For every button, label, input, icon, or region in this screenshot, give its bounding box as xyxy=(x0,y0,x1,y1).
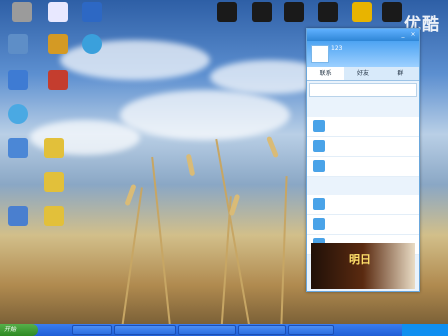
taskbar-item[interactable] xyxy=(114,325,176,335)
contact-item[interactable] xyxy=(307,195,419,215)
tab-3[interactable]: 群 xyxy=(382,67,419,80)
avatar xyxy=(313,120,325,132)
group-header[interactable] xyxy=(307,108,419,117)
computer-icon xyxy=(12,2,32,22)
app-icon xyxy=(252,2,272,22)
app-icon xyxy=(284,2,304,22)
network-icon xyxy=(8,70,28,90)
contact-item[interactable] xyxy=(307,215,419,235)
taskbar-item[interactable] xyxy=(238,325,286,335)
app-icon xyxy=(48,2,68,22)
tab-2[interactable]: 好友 xyxy=(344,67,381,80)
avatar xyxy=(313,218,325,230)
desktop-icon-left-11[interactable] xyxy=(0,206,40,226)
app-icon xyxy=(352,2,372,22)
system-tray xyxy=(402,324,448,336)
qq-search-input[interactable] xyxy=(309,83,417,97)
avatar[interactable] xyxy=(311,45,329,63)
contact-item[interactable] xyxy=(307,137,419,157)
contact-item[interactable] xyxy=(307,157,419,177)
avatar xyxy=(313,198,325,210)
avatar xyxy=(313,140,325,152)
contact-item[interactable] xyxy=(307,117,419,137)
folder-icon xyxy=(44,206,64,226)
browser-icon xyxy=(8,104,28,124)
app-icon xyxy=(48,34,68,54)
app-icon xyxy=(82,2,102,22)
group-header[interactable] xyxy=(307,186,419,195)
tab-1[interactable]: 联系 xyxy=(307,67,345,80)
desktop-icon-left-6[interactable] xyxy=(0,104,40,124)
avatar xyxy=(313,160,325,172)
taskbar-item[interactable] xyxy=(72,325,112,335)
ad-text: 明日 xyxy=(349,253,371,266)
start-button[interactable]: 开始 xyxy=(0,324,38,336)
app-icon xyxy=(217,2,237,22)
group-header[interactable] xyxy=(307,177,419,186)
taskbar-item[interactable] xyxy=(288,325,334,335)
desktop-icon-left-5[interactable] xyxy=(36,70,80,90)
app-icon xyxy=(82,34,102,54)
qq-window[interactable]: _ × 123 联系 好友 群 明日 xyxy=(306,28,420,292)
document-icon xyxy=(8,206,28,226)
desktop-icon-top-3[interactable] xyxy=(70,2,114,22)
qq-tabs: 联系 好友 群 xyxy=(307,67,419,81)
qq-profile: 123 xyxy=(307,41,419,67)
qq-ad-banner[interactable]: 明日 xyxy=(311,243,415,289)
folder-icon xyxy=(44,172,64,192)
qq-titlebar[interactable]: _ × xyxy=(307,29,419,41)
desktop-icon-left-9[interactable] xyxy=(32,172,76,192)
desktop-icon-left-3[interactable] xyxy=(70,34,114,54)
app-icon xyxy=(8,138,28,158)
folder-icon xyxy=(44,138,64,158)
taskbar: 开始 xyxy=(0,324,448,336)
app-icon xyxy=(382,2,402,22)
desktop-icon-left-4[interactable] xyxy=(0,70,40,90)
minimize-icon[interactable]: _ xyxy=(399,31,407,39)
close-icon[interactable]: × xyxy=(409,31,417,39)
computer-icon xyxy=(8,34,28,54)
taskbar-item[interactable] xyxy=(178,325,236,335)
group-header[interactable] xyxy=(307,99,419,108)
app-icon xyxy=(318,2,338,22)
desktop-icon-left-1[interactable] xyxy=(0,34,40,54)
desktop-icon-left-8[interactable] xyxy=(32,138,76,158)
app-icon xyxy=(48,70,68,90)
qq-nickname: 123 xyxy=(331,45,343,52)
